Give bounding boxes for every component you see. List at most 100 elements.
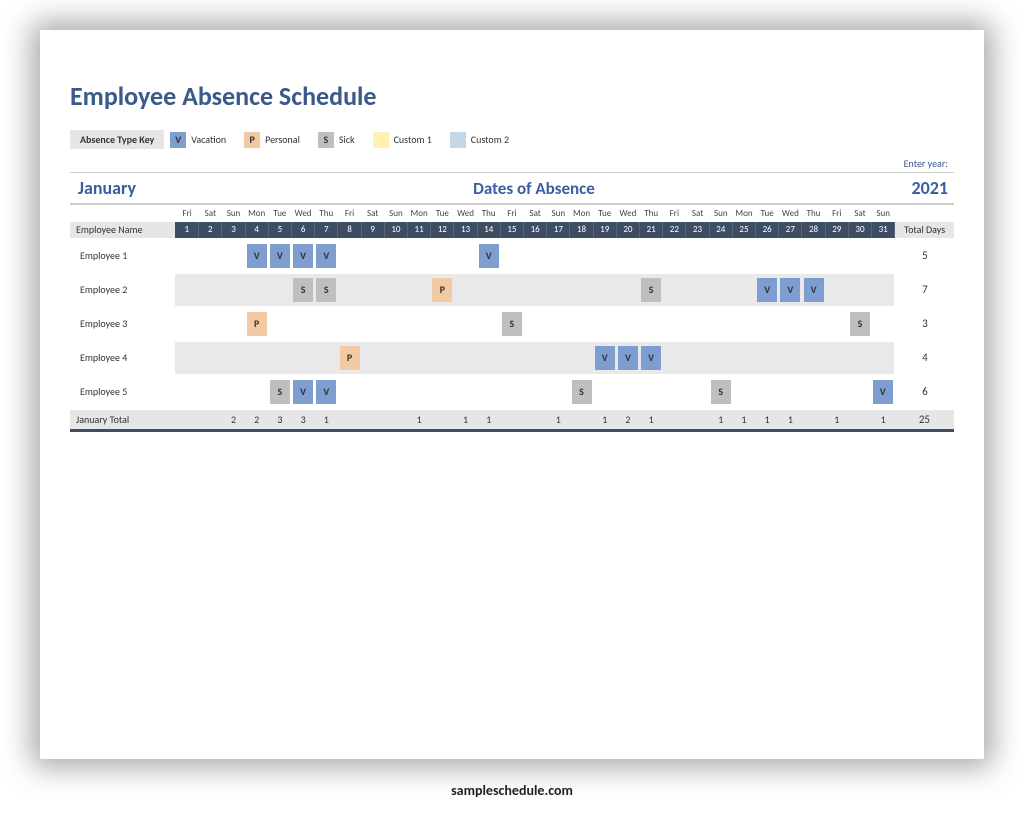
blank-header xyxy=(895,205,954,222)
day-number-header: 22 xyxy=(663,222,686,239)
absence-cell: V xyxy=(477,239,500,273)
absence-chip: S xyxy=(270,380,290,404)
absence-cell xyxy=(524,375,547,409)
absence-cell xyxy=(454,341,477,375)
absence-cell xyxy=(593,273,616,307)
absence-chip: P xyxy=(340,346,360,370)
day-number-header: 4 xyxy=(245,222,268,239)
total-days-header: Total Days xyxy=(895,222,954,239)
absence-cell xyxy=(408,341,431,375)
absence-cell xyxy=(175,239,198,273)
absence-cell xyxy=(431,239,454,273)
absence-cell xyxy=(848,375,871,409)
absence-cell xyxy=(663,273,686,307)
day-total-cell: 1 xyxy=(593,409,616,431)
absence-chip: V xyxy=(595,346,615,370)
employee-rows: Employee 1VVVVV5Employee 2SSPSVVV7Employ… xyxy=(70,239,954,409)
absence-cell xyxy=(732,375,755,409)
absence-cell xyxy=(292,307,315,341)
day-total-cell xyxy=(686,409,709,431)
legend-item: SSick xyxy=(318,132,355,148)
day-number-header: 14 xyxy=(477,222,500,239)
day-total-cell xyxy=(199,409,222,431)
dow-header: Thu xyxy=(315,205,338,222)
absence-cell xyxy=(686,273,709,307)
dow-header: Fri xyxy=(500,205,523,222)
absence-cell xyxy=(593,307,616,341)
absence-cell xyxy=(222,375,245,409)
absence-cell xyxy=(732,239,755,273)
absence-chip: S xyxy=(293,278,313,302)
dow-header: Wed xyxy=(292,205,315,222)
absence-chip: S xyxy=(572,380,592,404)
dow-header: Sat xyxy=(686,205,709,222)
absence-cell xyxy=(640,375,663,409)
absence-cell xyxy=(500,341,523,375)
day-number-header: 25 xyxy=(732,222,755,239)
dow-header: Tue xyxy=(756,205,779,222)
absence-cell: P xyxy=(431,273,454,307)
day-number-header: 6 xyxy=(292,222,315,239)
absence-cell xyxy=(547,239,570,273)
day-total-cell xyxy=(524,409,547,431)
legend-text: Custom 1 xyxy=(394,133,432,146)
day-number-header: 24 xyxy=(709,222,732,239)
absence-cell: V xyxy=(245,239,268,273)
absence-chip: V xyxy=(293,380,313,404)
employee-name-cell: Employee 5 xyxy=(70,375,175,409)
absence-cell: V xyxy=(872,375,895,409)
legend-text: Sick xyxy=(339,133,355,146)
day-total-cell: 2 xyxy=(222,409,245,431)
day-total-cell: 3 xyxy=(268,409,291,431)
absence-cell xyxy=(802,375,825,409)
absence-cell xyxy=(825,341,848,375)
dow-header: Thu xyxy=(640,205,663,222)
absence-cell xyxy=(477,273,500,307)
absence-cell xyxy=(524,307,547,341)
legend-items: VVacationPPersonalSSickCustom 1Custom 2 xyxy=(170,132,527,148)
absence-cell xyxy=(663,375,686,409)
absence-cell: V xyxy=(640,341,663,375)
absence-cell xyxy=(175,375,198,409)
absence-chip: V xyxy=(757,278,777,302)
absence-cell xyxy=(709,307,732,341)
day-total-cell xyxy=(570,409,593,431)
absence-cell xyxy=(640,307,663,341)
dow-header: Sat xyxy=(848,205,871,222)
absence-chip: V xyxy=(479,244,499,268)
day-total-cell xyxy=(338,409,361,431)
absence-cell xyxy=(872,239,895,273)
absence-cell: S xyxy=(640,273,663,307)
absence-cell xyxy=(825,375,848,409)
absence-cell: V xyxy=(616,341,639,375)
day-number-header: 2 xyxy=(199,222,222,239)
absence-cell xyxy=(732,273,755,307)
absence-cell xyxy=(524,239,547,273)
dow-header: Sun xyxy=(709,205,732,222)
absence-chip: V xyxy=(293,244,313,268)
absence-cell xyxy=(199,341,222,375)
employee-total-cell: 5 xyxy=(895,239,954,273)
legend-item: VVacation xyxy=(170,132,226,148)
absence-cell xyxy=(709,239,732,273)
absence-cell xyxy=(686,375,709,409)
absence-cell xyxy=(454,273,477,307)
absence-chip: V xyxy=(804,278,824,302)
dow-header: Thu xyxy=(477,205,500,222)
dow-header: Sat xyxy=(524,205,547,222)
watermark: sampleschedule.com xyxy=(0,782,1024,799)
absence-cell xyxy=(222,307,245,341)
day-number-header: 1 xyxy=(175,222,198,239)
absence-cell xyxy=(500,375,523,409)
employee-total-cell: 3 xyxy=(895,307,954,341)
absence-cell xyxy=(292,341,315,375)
absence-cell xyxy=(709,273,732,307)
employee-total-cell: 7 xyxy=(895,273,954,307)
month-total-label: January Total xyxy=(70,409,175,431)
absence-cell xyxy=(245,375,268,409)
dow-header: Fri xyxy=(825,205,848,222)
dow-header: Tue xyxy=(431,205,454,222)
absence-cell: S xyxy=(292,273,315,307)
table-row: Employee 1VVVVV5 xyxy=(70,239,954,273)
absence-cell xyxy=(384,375,407,409)
